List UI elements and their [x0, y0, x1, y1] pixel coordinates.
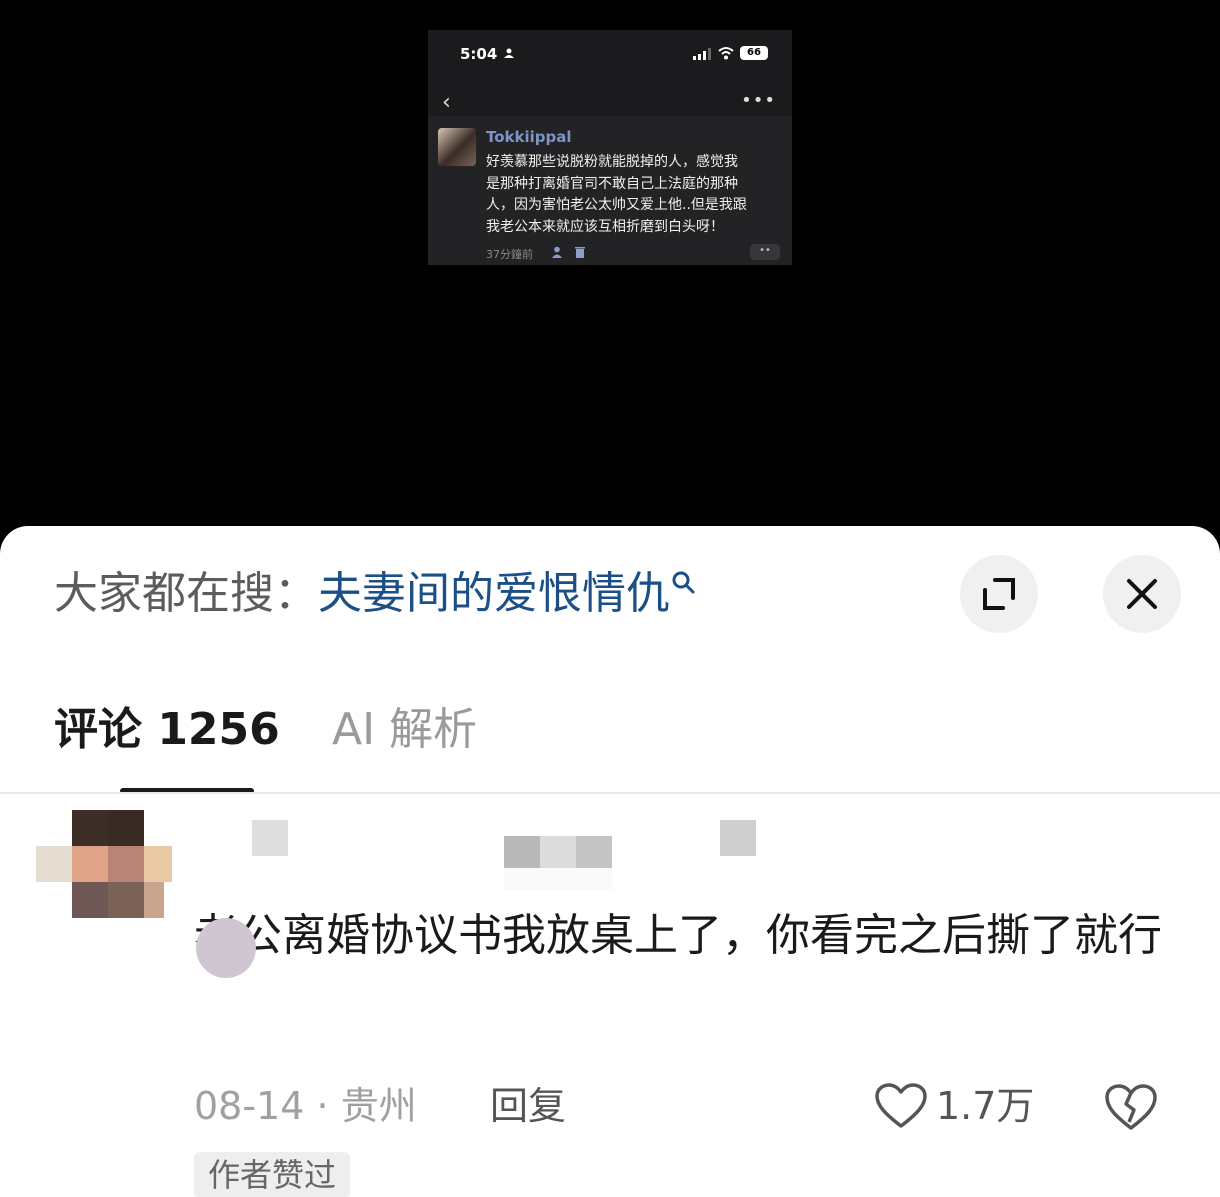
comment-text: 老公离婚协议书我放桌上了，你看完之后撕了就行	[194, 910, 1162, 961]
wifi-icon	[718, 47, 734, 60]
post-text-line: 我老公本来就应该互相折磨到白头呀！	[486, 218, 724, 235]
post-more-button: ••	[750, 244, 780, 260]
signal-icon	[693, 48, 711, 60]
next-comment-avatar[interactable]	[196, 918, 256, 978]
search-prefix: 大家都在搜：	[54, 568, 318, 619]
comment-meta: 08-14 · 贵州	[194, 1078, 417, 1134]
post-text-line: 是那种打离婚官司不敢自己上法庭的那种	[486, 175, 738, 192]
divider	[0, 792, 1220, 794]
author-liked-badge: 作者赞过	[194, 1152, 351, 1197]
search-query-link[interactable]: 夫妻间的爱恨情仇	[318, 568, 670, 619]
meta-separator: ·	[316, 1084, 329, 1128]
post-avatar	[438, 128, 476, 166]
comment-item: 老公离婚协议书我放桌上了，你看完之后撕了就行 08-14 · 贵州 回复 1.7…	[0, 796, 1220, 1197]
tab-comments[interactable]: 评论 1256	[54, 700, 280, 760]
trash-icon	[575, 247, 585, 258]
post-text: 好羡慕那些说脱粉就能脱掉的人，感觉我 是那种打离婚官司不敢自己上法庭的那种 人，…	[486, 152, 786, 238]
expand-button[interactable]	[960, 555, 1038, 633]
username-blurred	[180, 806, 760, 890]
post-time: 37分鐘前	[486, 248, 533, 261]
status-time: 5:04	[460, 45, 498, 63]
like-count: 1.7万	[936, 1084, 1035, 1128]
close-button[interactable]	[1103, 555, 1181, 633]
embedded-screenshot: 5:04 66 ‹ ••• Tokkiippal 好羡慕那些说脱粉就能脱掉的人，…	[428, 30, 792, 265]
expand-icon	[983, 578, 1015, 610]
search-icon[interactable]	[670, 570, 698, 598]
search-suggestion: 大家都在搜：夫妻间的爱恨情仇	[54, 564, 698, 624]
heart-icon	[875, 1083, 927, 1128]
comment-sheet: 大家都在搜：夫妻间的爱恨情仇 评论 1256 AI 解析 老公离婚协议书我放桌上…	[0, 526, 1220, 1197]
back-icon: ‹	[442, 90, 451, 115]
tab-bar: 评论 1256 AI 解析	[0, 694, 1220, 794]
comment-location: 贵州	[340, 1084, 417, 1128]
person-icon	[504, 48, 514, 58]
user-icon	[552, 246, 562, 258]
comment-date: 08-14	[194, 1084, 305, 1128]
avatar[interactable]	[36, 810, 172, 920]
dislike-broken-heart-icon[interactable]	[1104, 1082, 1158, 1132]
reply-button[interactable]: 回复	[490, 1078, 566, 1134]
post-text-line: 人，因为害怕老公太帅又爱上他..但是我跟	[486, 197, 747, 213]
post-username: Tokkiippal	[486, 128, 572, 146]
tab-ai-analysis[interactable]: AI 解析	[332, 700, 477, 760]
post-text-line: 好羡慕那些说脱粉就能脱掉的人，感觉我	[486, 154, 738, 170]
battery-icon: 66	[740, 46, 768, 60]
post: Tokkiippal 好羡慕那些说脱粉就能脱掉的人，感觉我 是那种打离婚官司不敢…	[428, 116, 792, 265]
close-icon	[1127, 579, 1157, 609]
status-bar: 5:04 66	[428, 30, 792, 80]
more-icon: •••	[741, 90, 776, 111]
